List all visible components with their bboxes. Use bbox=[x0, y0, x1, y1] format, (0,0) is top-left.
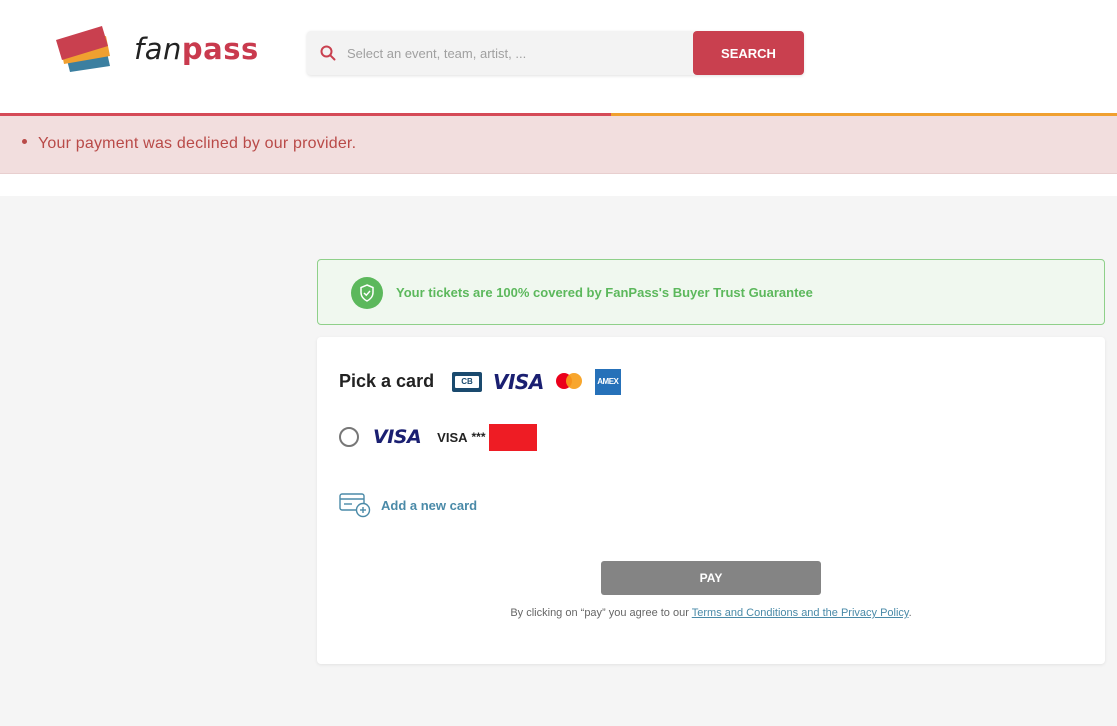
visa-brand-text: VISA bbox=[373, 426, 422, 448]
divider-strip bbox=[0, 174, 1117, 196]
logo-fan-text: fan bbox=[134, 32, 182, 66]
mastercard-icon bbox=[555, 371, 584, 393]
add-card-label[interactable]: Add a new card bbox=[381, 498, 477, 513]
error-alert: Your payment was declined by our provide… bbox=[0, 116, 1117, 174]
search-icon bbox=[320, 45, 336, 61]
terms-notice: By clicking on “pay” you agree to our Te… bbox=[317, 607, 1105, 619]
add-card-icon bbox=[339, 492, 371, 518]
bullet-icon bbox=[22, 139, 27, 145]
logo-wordmark: fanpass bbox=[134, 32, 259, 66]
search-bar: SEARCH bbox=[307, 31, 804, 75]
site-header: fanpass SEARCH bbox=[0, 0, 1117, 113]
saved-card-option[interactable]: VISA VISA *** bbox=[339, 423, 537, 451]
visa-icon: VISA bbox=[493, 370, 544, 394]
ticket-logo-icon bbox=[54, 26, 114, 72]
shield-check-icon bbox=[351, 277, 383, 309]
visa-icon: VISA bbox=[373, 426, 422, 448]
redacted-card-digits bbox=[488, 423, 537, 451]
saved-card-radio[interactable] bbox=[339, 427, 359, 447]
terms-suffix: . bbox=[908, 607, 912, 619]
pay-button[interactable]: PAY bbox=[601, 561, 821, 595]
search-input[interactable] bbox=[347, 31, 692, 75]
card-number-mask: *** bbox=[471, 430, 486, 444]
cb-icon-text: CB bbox=[455, 376, 479, 388]
add-new-card-link[interactable]: Add a new card bbox=[339, 492, 477, 518]
payment-panel: Pick a card CB VISA AMEX VISA VISA *** A… bbox=[317, 337, 1105, 664]
terms-link[interactable]: Terms and Conditions and the Privacy Pol… bbox=[692, 607, 909, 619]
card-type-label: VISA bbox=[437, 429, 468, 445]
pick-card-title: Pick a card bbox=[339, 371, 435, 391]
buyer-guarantee-banner: Your tickets are 100% covered by FanPass… bbox=[317, 259, 1105, 325]
terms-prefix: By clicking on “pay” you agree to our bbox=[510, 607, 692, 619]
fanpass-logo[interactable]: fanpass bbox=[54, 26, 264, 72]
accepted-cards: CB VISA AMEX bbox=[452, 369, 621, 395]
alert-message-text: Your payment was declined by our provide… bbox=[38, 135, 357, 152]
amex-icon: AMEX bbox=[594, 369, 621, 395]
guarantee-text: Your tickets are 100% covered by FanPass… bbox=[396, 285, 813, 300]
logo-pass-text: pass bbox=[181, 32, 259, 66]
cb-icon: CB bbox=[452, 372, 482, 392]
alert-message: Your payment was declined by our provide… bbox=[22, 135, 356, 153]
search-button[interactable]: SEARCH bbox=[693, 31, 804, 75]
